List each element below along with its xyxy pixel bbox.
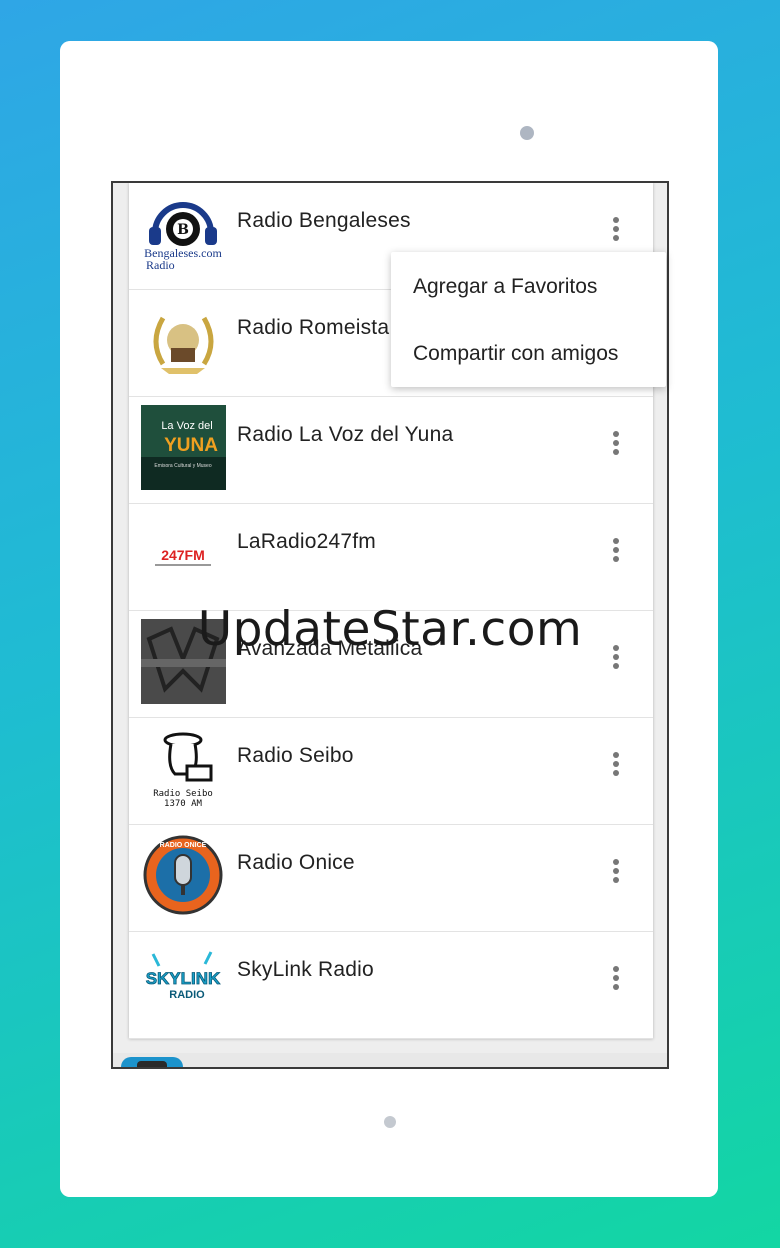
list-item[interactable]: RADIO ONICE Radio Onice bbox=[129, 825, 653, 932]
list-item[interactable]: Radio Seibo 1370 AM Radio Seibo bbox=[129, 718, 653, 825]
station-logo: SKYLINK RADIO bbox=[141, 940, 226, 1025]
station-name: LaRadio247fm bbox=[237, 530, 376, 553]
menu-item-add-favorites[interactable]: Agregar a Favoritos bbox=[413, 275, 597, 299]
app-icon[interactable] bbox=[121, 1057, 183, 1067]
svg-text:SKYLINK: SKYLINK bbox=[146, 969, 221, 988]
station-logo: RADIO ONICE bbox=[141, 833, 226, 918]
station-name: Radio Romeista bbox=[237, 316, 390, 339]
station-name: Radio Seibo bbox=[237, 744, 354, 767]
more-vert-icon[interactable] bbox=[607, 859, 625, 889]
menu-item-share[interactable]: Compartir con amigos bbox=[413, 342, 618, 366]
list-item[interactable]: La Voz del YUNA Emisora Cultural y Museo… bbox=[129, 397, 653, 504]
station-name: Radio La Voz del Yuna bbox=[237, 423, 454, 446]
list-item[interactable]: SKYLINK RADIO SkyLink Radio bbox=[129, 932, 653, 1039]
station-logo: Radio Seibo 1370 AM bbox=[141, 726, 226, 811]
list-item[interactable]: 247FM LaRadio247fm bbox=[129, 504, 653, 611]
station-logo: B Bengaleses.com Radio bbox=[141, 191, 226, 276]
svg-text:Radio Seibo: Radio Seibo bbox=[153, 789, 213, 799]
svg-text:YUNA: YUNA bbox=[164, 435, 218, 456]
more-vert-icon[interactable] bbox=[607, 217, 625, 247]
station-logo: La Voz del YUNA Emisora Cultural y Museo bbox=[141, 405, 226, 490]
svg-text:RADIO: RADIO bbox=[169, 989, 205, 1001]
bottom-bar bbox=[113, 1053, 667, 1067]
svg-text:La Voz del: La Voz del bbox=[161, 420, 212, 432]
svg-text:Radio: Radio bbox=[146, 258, 175, 272]
more-vert-icon[interactable] bbox=[607, 752, 625, 782]
svg-text:B: B bbox=[177, 222, 189, 238]
station-logo bbox=[141, 298, 226, 383]
station-logo: 247FM bbox=[141, 512, 226, 597]
home-dot-icon bbox=[384, 1116, 396, 1128]
context-menu: Agregar a Favoritos Compartir con amigos bbox=[391, 252, 666, 387]
svg-text:1370 AM: 1370 AM bbox=[164, 799, 203, 809]
more-vert-icon[interactable] bbox=[607, 966, 625, 996]
station-name: Radio Bengaleses bbox=[237, 209, 411, 232]
svg-text:RADIO ONICE: RADIO ONICE bbox=[160, 842, 207, 849]
watermark: UpdateStar.com bbox=[197, 602, 583, 657]
station-name: SkyLink Radio bbox=[237, 958, 374, 981]
camera-icon bbox=[520, 126, 534, 140]
svg-text:247FM: 247FM bbox=[161, 547, 205, 563]
more-vert-icon[interactable] bbox=[607, 538, 625, 568]
station-name: Radio Onice bbox=[237, 851, 355, 874]
svg-text:Emisora Cultural y Museo: Emisora Cultural y Museo bbox=[154, 463, 211, 469]
more-vert-icon[interactable] bbox=[607, 431, 625, 461]
